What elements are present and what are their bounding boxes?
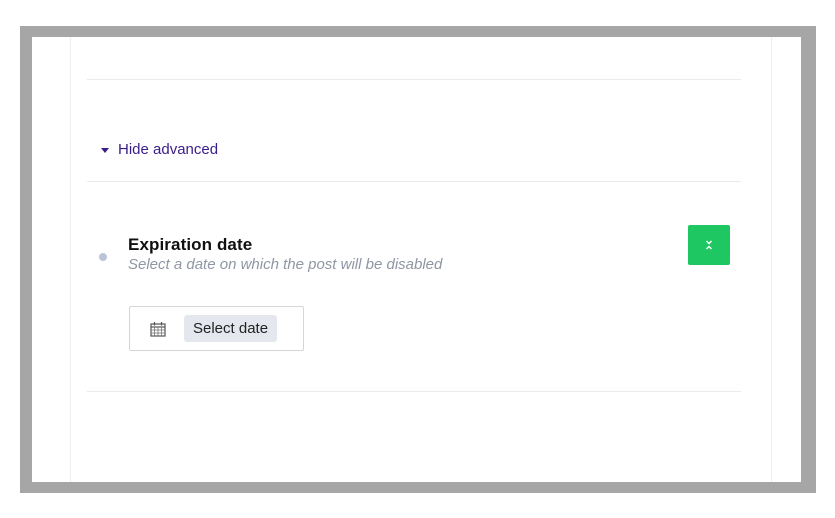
hide-advanced-label: Hide advanced: [118, 141, 219, 158]
divider-section: [87, 181, 741, 182]
content-area: Hide advanced Expiration date Select a d…: [32, 37, 801, 482]
select-date-button[interactable]: Select date: [184, 315, 278, 342]
screenshot-frame: Hide advanced Expiration date Select a d…: [20, 26, 816, 493]
settings-panel: Hide advanced Expiration date Select a d…: [70, 37, 772, 482]
date-picker-field[interactable]: Select date: [129, 306, 304, 351]
caret-down-icon: [101, 147, 109, 153]
hide-advanced-toggle[interactable]: Hide advanced: [101, 141, 218, 158]
divider-top: [87, 79, 741, 80]
divider-bottom: [87, 391, 741, 392]
status-dot: [99, 253, 107, 261]
collapse-section-button[interactable]: [688, 225, 730, 265]
calendar-icon[interactable]: [150, 321, 166, 337]
chevrons-collapse-icon: [706, 240, 712, 250]
expiration-date-title: Expiration date: [128, 235, 253, 254]
expiration-date-description: Select a date on which the post will be …: [128, 256, 443, 273]
